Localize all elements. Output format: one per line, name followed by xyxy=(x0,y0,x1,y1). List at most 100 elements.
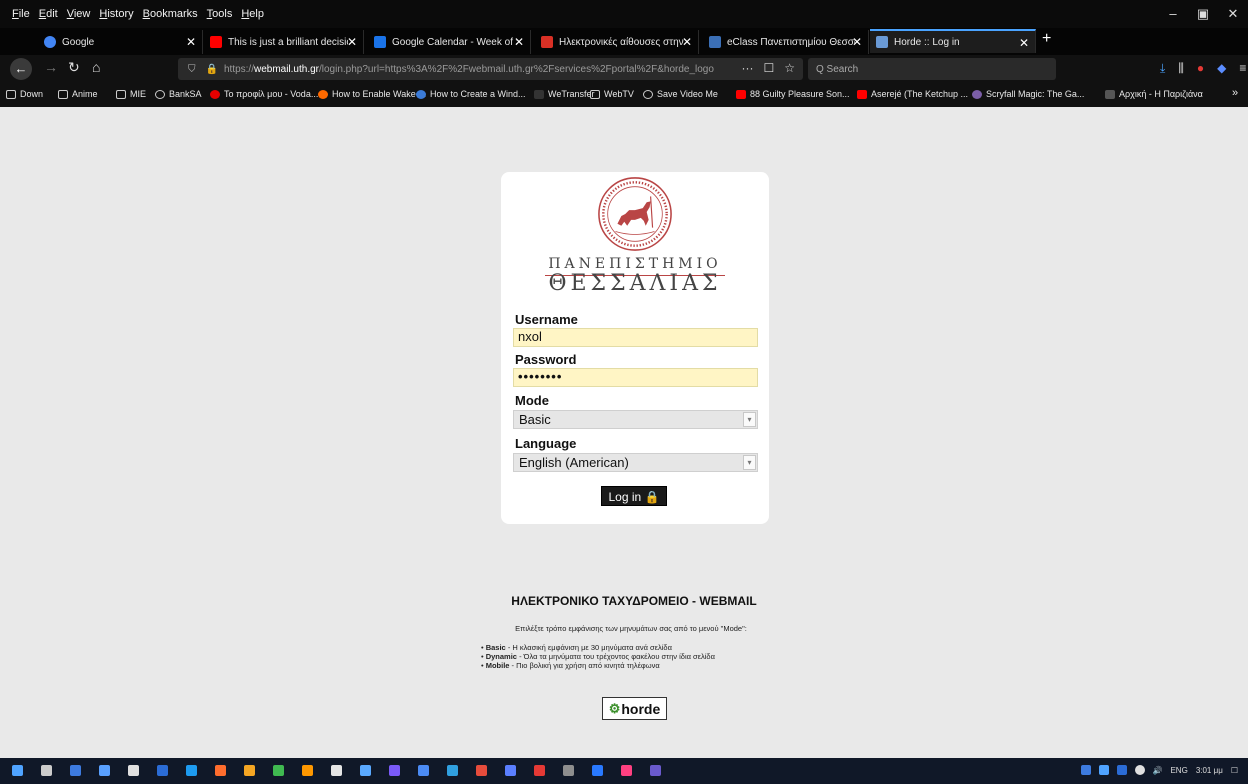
bookmark-vodafone[interactable]: Το προφίλ μου - Voda... xyxy=(210,89,318,99)
globe-icon xyxy=(155,89,165,99)
menu-tools[interactable]: Tools xyxy=(207,8,233,20)
tab-youtube[interactable]: This is just a brilliant decision!! ✕ xyxy=(204,30,364,54)
horde-icon xyxy=(876,36,888,48)
bookmark-wetransfer[interactable]: WeTransfer xyxy=(534,89,595,99)
notifications-icon[interactable]: ☐ xyxy=(1231,766,1238,775)
chevron-down-icon[interactable]: ▾ xyxy=(743,412,756,427)
mode-select[interactable]: Basic ▾ xyxy=(513,410,758,429)
taskbar-app-icon[interactable] xyxy=(215,765,226,776)
menu-bookmarks[interactable]: Bookmarks xyxy=(143,8,198,20)
close-window-button[interactable]: ✕ xyxy=(1218,0,1248,28)
bookmark-asereje[interactable]: Aserejé (The Ketchup ... xyxy=(857,89,968,99)
taskbar-app-icon[interactable] xyxy=(157,765,168,776)
menu-view[interactable]: View xyxy=(67,8,91,20)
taskbar-app-icon[interactable] xyxy=(447,765,458,776)
bookmark-wake[interactable]: How to Enable Wake-... xyxy=(318,89,426,99)
taskbar-app-icon[interactable] xyxy=(592,765,603,776)
forward-button[interactable]: → xyxy=(44,59,58,75)
password-input[interactable]: •••••••• xyxy=(513,368,758,387)
extension-icon[interactable]: ◆ xyxy=(1217,61,1226,76)
bookmark-guilty-pleasure[interactable]: 88 Guilty Pleasure Son... xyxy=(736,89,850,99)
tray-app-icon[interactable] xyxy=(1116,765,1127,775)
clock[interactable]: 3:01 μμ xyxy=(1196,766,1223,775)
hamburger-menu-icon[interactable]: ≡ xyxy=(1239,61,1246,76)
bookmark-webtv[interactable]: WebTV xyxy=(590,89,634,99)
taskbar-app-icon[interactable] xyxy=(563,765,574,776)
tracking-shield-icon[interactable]: ⛉ xyxy=(188,64,196,75)
taskbar-app-icon[interactable] xyxy=(302,765,313,776)
menu-help[interactable]: Help xyxy=(241,8,264,20)
minimize-button[interactable]: – xyxy=(1158,0,1188,28)
bookmark-down[interactable]: Down xyxy=(6,89,43,99)
login-button[interactable]: Log in 🔒 xyxy=(601,486,667,506)
extension-icon[interactable]: ● xyxy=(1197,61,1204,76)
tab-google[interactable]: Google ✕ xyxy=(38,30,203,54)
back-button[interactable]: ← xyxy=(10,58,32,80)
bookmark-anime[interactable]: Anime xyxy=(58,89,98,99)
bookmark-scryfall[interactable]: Scryfall Magic: The Ga... xyxy=(972,89,1084,99)
scryfall-icon xyxy=(972,89,982,99)
taskbar-app-icon[interactable] xyxy=(418,765,429,776)
search-icon[interactable] xyxy=(41,765,52,776)
library-icon[interactable]: ⫼ xyxy=(1178,61,1184,76)
download-icon[interactable]: ⤓ xyxy=(1160,61,1165,76)
tab-google-calendar[interactable]: Google Calendar - Week of Sep ✕ xyxy=(368,30,531,54)
bookmark-star-icon[interactable]: ☆ xyxy=(784,61,795,75)
pocket-icon[interactable]: ☐ xyxy=(763,61,774,75)
taskbar-app-icon[interactable] xyxy=(273,765,284,776)
taskbar-app-icon[interactable] xyxy=(360,765,371,776)
bookmarks-toolbar: Down Anime MIE BankSA Το προφίλ μου - Vo… xyxy=(0,83,1248,107)
url-bar[interactable]: ⛉ 🔒 https://webmail.uth.gr/login.php?url… xyxy=(178,58,803,80)
close-tab-icon[interactable]: ✕ xyxy=(682,35,692,49)
taskbar-app-icon[interactable] xyxy=(186,765,197,776)
tab-title: Horde :: Log in xyxy=(894,36,960,48)
language-select[interactable]: English (American) ▾ xyxy=(513,453,758,472)
tab-gmail[interactable]: Ηλεκτρονικές αίθουσες στην ✕ xyxy=(535,30,699,54)
chevron-down-icon[interactable]: ▾ xyxy=(743,455,756,470)
lock-icon[interactable]: 🔒 xyxy=(206,64,218,75)
close-tab-icon[interactable]: ✕ xyxy=(347,35,357,49)
bookmark-banksa[interactable]: BankSA xyxy=(155,89,202,99)
tray-app-icon[interactable] xyxy=(1134,765,1145,775)
tray-app-icon[interactable] xyxy=(1080,765,1091,775)
taskbar-app-icon[interactable] xyxy=(621,765,632,776)
bookmark-create-window[interactable]: How to Create a Wind... xyxy=(416,89,526,99)
more-bookmarks-icon[interactable]: » xyxy=(1232,87,1238,99)
username-input[interactable]: nxol xyxy=(513,328,758,347)
maximize-button[interactable]: ▣ xyxy=(1188,0,1218,28)
taskbar-app-icon[interactable] xyxy=(331,765,342,776)
bookmark-save-video[interactable]: Save Video Me xyxy=(643,89,718,99)
close-tab-icon[interactable]: ✕ xyxy=(1019,36,1029,50)
menu-bar: File Edit View History Bookmarks Tools H… xyxy=(0,0,1248,28)
taskbar-app-icon[interactable] xyxy=(128,765,139,776)
start-icon[interactable] xyxy=(12,765,23,776)
horde-logo[interactable]: ⚙ horde xyxy=(602,697,667,720)
menu-file[interactable]: File xyxy=(12,8,30,20)
taskbar-app-icon[interactable] xyxy=(389,765,400,776)
page-actions-icon[interactable]: ··· xyxy=(741,61,753,75)
tab-eclass[interactable]: eClass Πανεπιστημίου Θεσσα ✕ xyxy=(703,30,869,54)
menu-edit[interactable]: Edit xyxy=(39,8,58,20)
taskbar-app-icon[interactable] xyxy=(534,765,545,776)
tab-horde-login[interactable]: Horde :: Log in ✕ xyxy=(870,29,1036,53)
taskbar-app-icon[interactable] xyxy=(650,765,661,776)
new-tab-button[interactable]: + xyxy=(1042,30,1051,48)
volume-icon[interactable]: 🔊 xyxy=(1153,766,1163,775)
bookmark-mie[interactable]: MIE xyxy=(116,89,146,99)
taskbar-app-icon[interactable] xyxy=(244,765,255,776)
language-indicator[interactable]: ENG xyxy=(1170,766,1187,775)
close-tab-icon[interactable]: ✕ xyxy=(514,35,524,49)
taskbar-app-icon[interactable] xyxy=(70,765,81,776)
menu-history[interactable]: History xyxy=(99,8,133,20)
reload-button[interactable]: ↻ xyxy=(68,59,80,76)
close-tab-icon[interactable]: ✕ xyxy=(852,35,862,49)
close-tab-icon[interactable]: ✕ xyxy=(186,35,196,49)
search-input[interactable]: Q Search xyxy=(808,58,1056,80)
tray-app-icon[interactable] xyxy=(1098,765,1109,775)
taskbar-app-icon[interactable] xyxy=(476,765,487,776)
home-button[interactable]: ⌂ xyxy=(92,59,100,75)
taskbar-app-icon[interactable] xyxy=(505,765,516,776)
bookmark-parizianna[interactable]: Αρχική - Η Παριζιάνα xyxy=(1105,89,1203,99)
calendar-icon xyxy=(374,36,386,48)
taskbar-app-icon[interactable] xyxy=(99,765,110,776)
